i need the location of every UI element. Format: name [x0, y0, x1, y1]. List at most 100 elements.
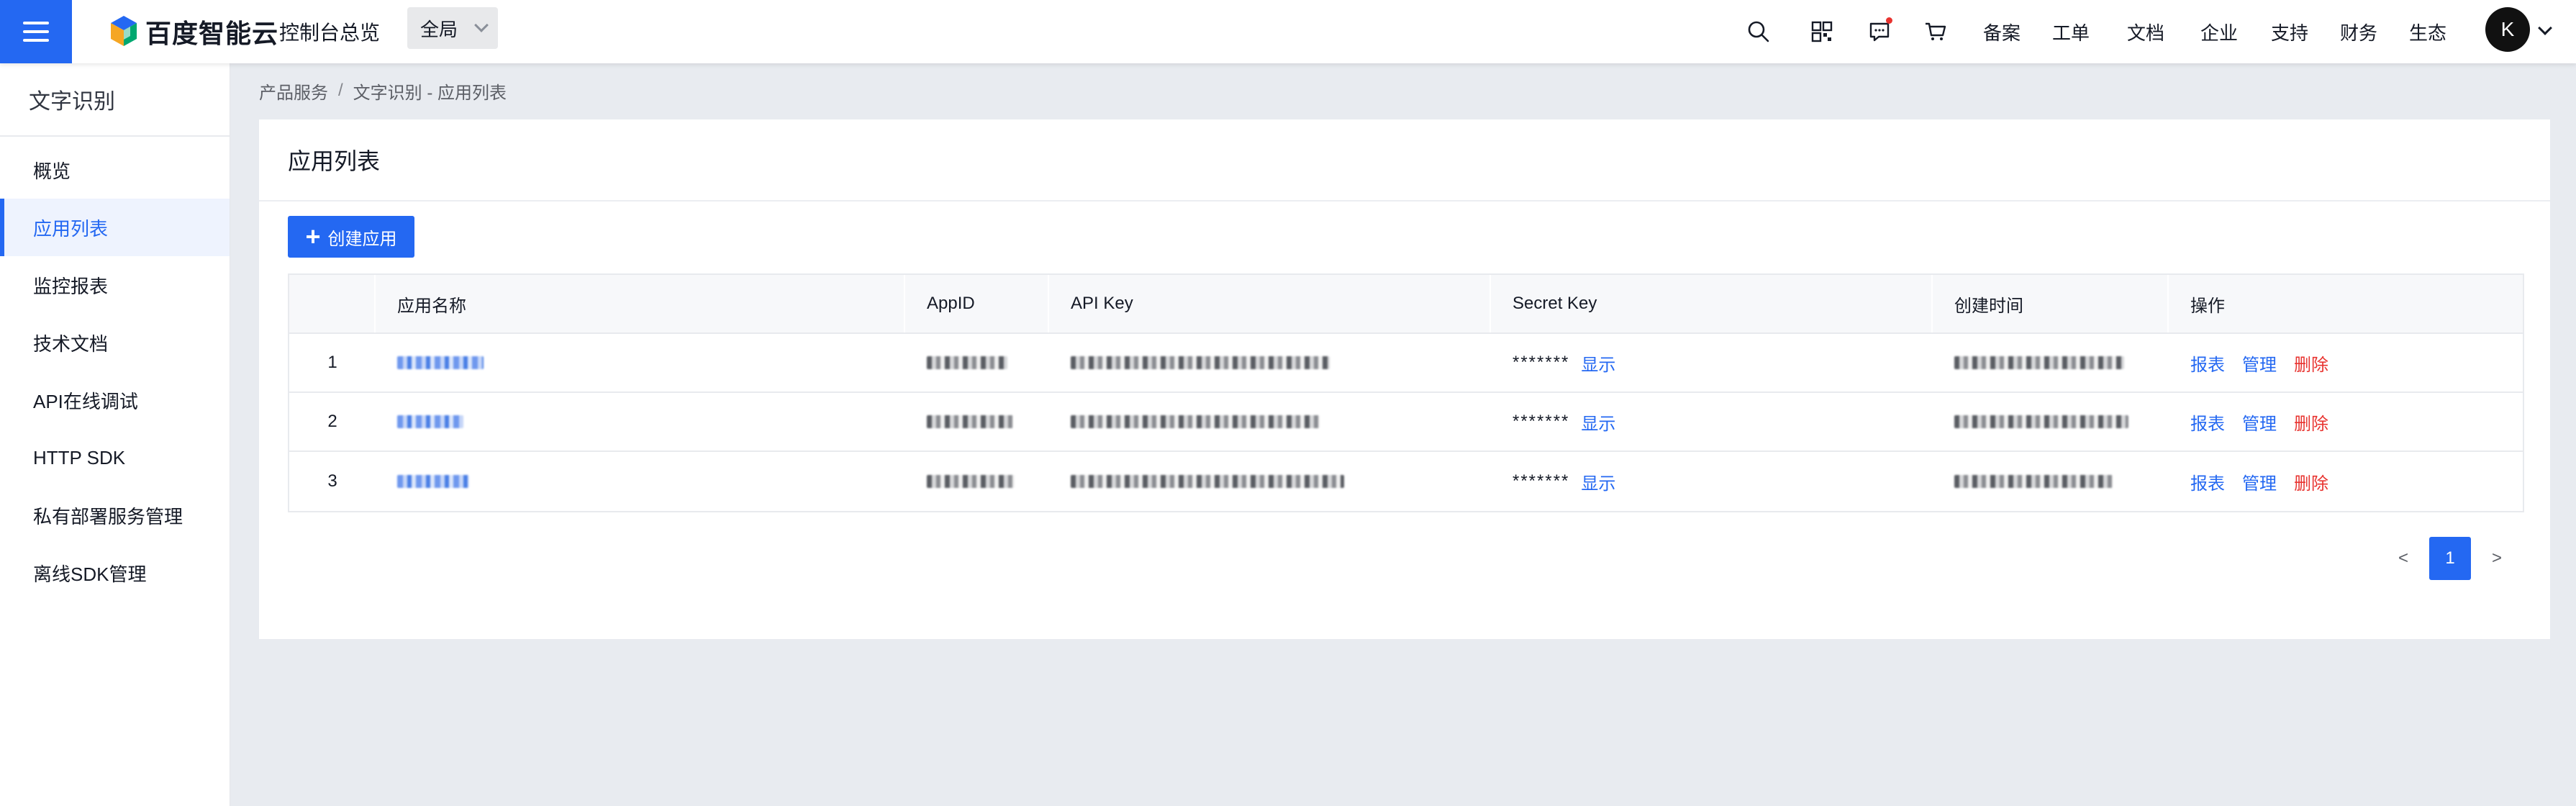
manage-link[interactable]: 管理 — [2242, 469, 2277, 494]
cart-icon[interactable] — [1920, 16, 1951, 47]
header-app-name: 应用名称 — [376, 275, 905, 332]
app-table: 应用名称 AppID API Key Secret Key 创建时间 操作 1 … — [288, 273, 2524, 512]
redacted-app-name — [397, 356, 484, 369]
prev-page-button[interactable]: < — [2389, 548, 2418, 569]
breadcrumb-separator: / — [338, 81, 343, 100]
brand-logo[interactable]: 百度智能云 — [108, 13, 278, 50]
message-icon[interactable] — [1864, 16, 1895, 47]
table-header-row: 应用名称 AppID API Key Secret Key 创建时间 操作 — [289, 275, 2523, 334]
table-row: 1 ******* 显示 报表 管理 删除 — [289, 334, 2523, 393]
app-name-link[interactable] — [376, 452, 905, 511]
header-secret-key: Secret Key — [1491, 275, 1933, 332]
actions-cell: 报表 管理 删除 — [2169, 334, 2526, 391]
app-name-link[interactable] — [376, 334, 905, 391]
report-link[interactable]: 报表 — [2190, 350, 2225, 376]
secret-key-cell: ******* 显示 — [1491, 334, 1933, 391]
redacted-appid — [927, 356, 1007, 369]
sidebar-item-app-list[interactable]: 应用列表 — [0, 199, 230, 256]
sidebar-item-private-deploy[interactable]: 私有部署服务管理 — [0, 486, 230, 544]
create-app-label: 创建应用 — [327, 229, 397, 249]
header-actions: 操作 — [2190, 296, 2225, 316]
redacted-appid — [927, 475, 1015, 488]
sidebar-item-http-sdk[interactable]: HTTP SDK — [0, 429, 230, 486]
sidebar-menu: 概览 应用列表 监控报表 技术文档 API在线调试 HTTP SDK 私有部署服… — [0, 137, 230, 602]
menu-button[interactable] — [0, 0, 72, 63]
sidebar-item-overview[interactable]: 概览 — [0, 141, 230, 199]
header-api-key: API Key — [1049, 275, 1491, 332]
sidebar-item-monitor-report[interactable]: 监控报表 — [0, 256, 230, 314]
api-key-cell — [1049, 452, 1491, 511]
cloud-logo-icon — [111, 16, 137, 46]
row-index: 1 — [327, 353, 337, 372]
created-time-cell — [1933, 334, 2169, 391]
nav-ticket[interactable]: 工单 — [2052, 13, 2090, 50]
chevron-down-icon — [474, 18, 489, 32]
avatar[interactable]: K — [2485, 7, 2530, 52]
show-secret-link[interactable]: 显示 — [1581, 350, 1615, 376]
nav-support[interactable]: 支持 — [2271, 13, 2308, 50]
redacted-api-key — [1071, 475, 1344, 488]
secret-key-mask: ******* — [1513, 412, 1570, 431]
sidebar: 文字识别 概览 应用列表 监控报表 技术文档 API在线调试 HTTP SDK … — [0, 63, 230, 806]
manage-link[interactable]: 管理 — [2242, 409, 2277, 435]
page-title: 应用列表 — [259, 119, 2550, 202]
redacted-api-key — [1071, 415, 1320, 428]
redacted-created-time — [1954, 356, 2124, 369]
redacted-created-time — [1954, 415, 2128, 428]
delete-link[interactable]: 删除 — [2294, 350, 2328, 376]
sidebar-title: 文字识别 — [0, 63, 230, 137]
delete-link[interactable]: 删除 — [2294, 469, 2328, 494]
secret-key-mask: ******* — [1513, 471, 1570, 491]
app-name-link[interactable] — [376, 393, 905, 450]
actions-cell: 报表 管理 删除 — [2169, 452, 2526, 511]
header-created-time: 创建时间 — [1933, 275, 2169, 332]
pagination: < 1 > — [2389, 537, 2511, 580]
show-secret-link[interactable]: 显示 — [1581, 469, 1615, 494]
console-overview-link[interactable]: 控制台总览 — [279, 13, 380, 50]
brand-name: 百度智能云 — [145, 19, 279, 48]
created-time-cell — [1933, 452, 2169, 511]
row-index: 3 — [327, 471, 337, 491]
plus-icon: + — [305, 222, 321, 251]
nav-beian[interactable]: 备案 — [1983, 13, 2021, 50]
manage-link[interactable]: 管理 — [2242, 350, 2277, 376]
report-link[interactable]: 报表 — [2190, 409, 2225, 435]
redacted-app-name — [397, 475, 469, 488]
report-link[interactable]: 报表 — [2190, 469, 2225, 494]
secret-key-cell: ******* 显示 — [1491, 452, 1933, 511]
breadcrumb-current: 文字识别 - 应用列表 — [353, 83, 507, 103]
api-key-cell — [1049, 334, 1491, 391]
sidebar-item-offline-sdk[interactable]: 离线SDK管理 — [0, 544, 230, 602]
create-app-button[interactable]: + 创建应用 — [288, 216, 414, 258]
actions-cell: 报表 管理 删除 — [2169, 393, 2526, 450]
sidebar-item-tech-docs[interactable]: 技术文档 — [0, 314, 230, 371]
next-page-button[interactable]: > — [2482, 548, 2511, 569]
redacted-created-time — [1954, 475, 2113, 488]
appid-cell — [905, 452, 1049, 511]
redacted-app-name — [397, 415, 463, 428]
delete-link[interactable]: 删除 — [2294, 409, 2328, 435]
breadcrumb: 产品服务 / 文字识别 - 应用列表 — [259, 78, 507, 104]
header-index — [289, 275, 376, 332]
breadcrumb-root[interactable]: 产品服务 — [259, 78, 328, 104]
app-list-panel: 应用列表 + 创建应用 应用名称 AppID API Key Secret Ke… — [259, 119, 2550, 639]
created-time-cell — [1933, 393, 2169, 450]
nav-finance[interactable]: 财务 — [2340, 13, 2377, 50]
nav-docs[interactable]: 文档 — [2127, 13, 2164, 50]
avatar-chevron-icon[interactable] — [2538, 21, 2552, 35]
secret-key-cell: ******* 显示 — [1491, 393, 1933, 450]
show-secret-link[interactable]: 显示 — [1581, 409, 1615, 435]
appid-cell — [905, 334, 1049, 391]
sidebar-item-api-debug[interactable]: API在线调试 — [0, 371, 230, 429]
search-icon[interactable] — [1743, 16, 1774, 47]
top-bar: 百度智能云 控制台总览 全局 备案 工单 文档 企业 支持 财务 生态 K — [0, 0, 2576, 63]
region-value: 全局 — [420, 18, 458, 40]
header-appid: AppID — [905, 275, 1049, 332]
region-select[interactable]: 全局 — [407, 7, 498, 49]
qrcode-icon[interactable] — [1806, 16, 1838, 47]
nav-enterprise[interactable]: 企业 — [2200, 13, 2238, 50]
nav-ecosystem[interactable]: 生态 — [2409, 13, 2446, 50]
appid-cell — [905, 393, 1049, 450]
notification-dot — [1886, 17, 1892, 24]
page-1-button[interactable]: 1 — [2429, 537, 2471, 580]
